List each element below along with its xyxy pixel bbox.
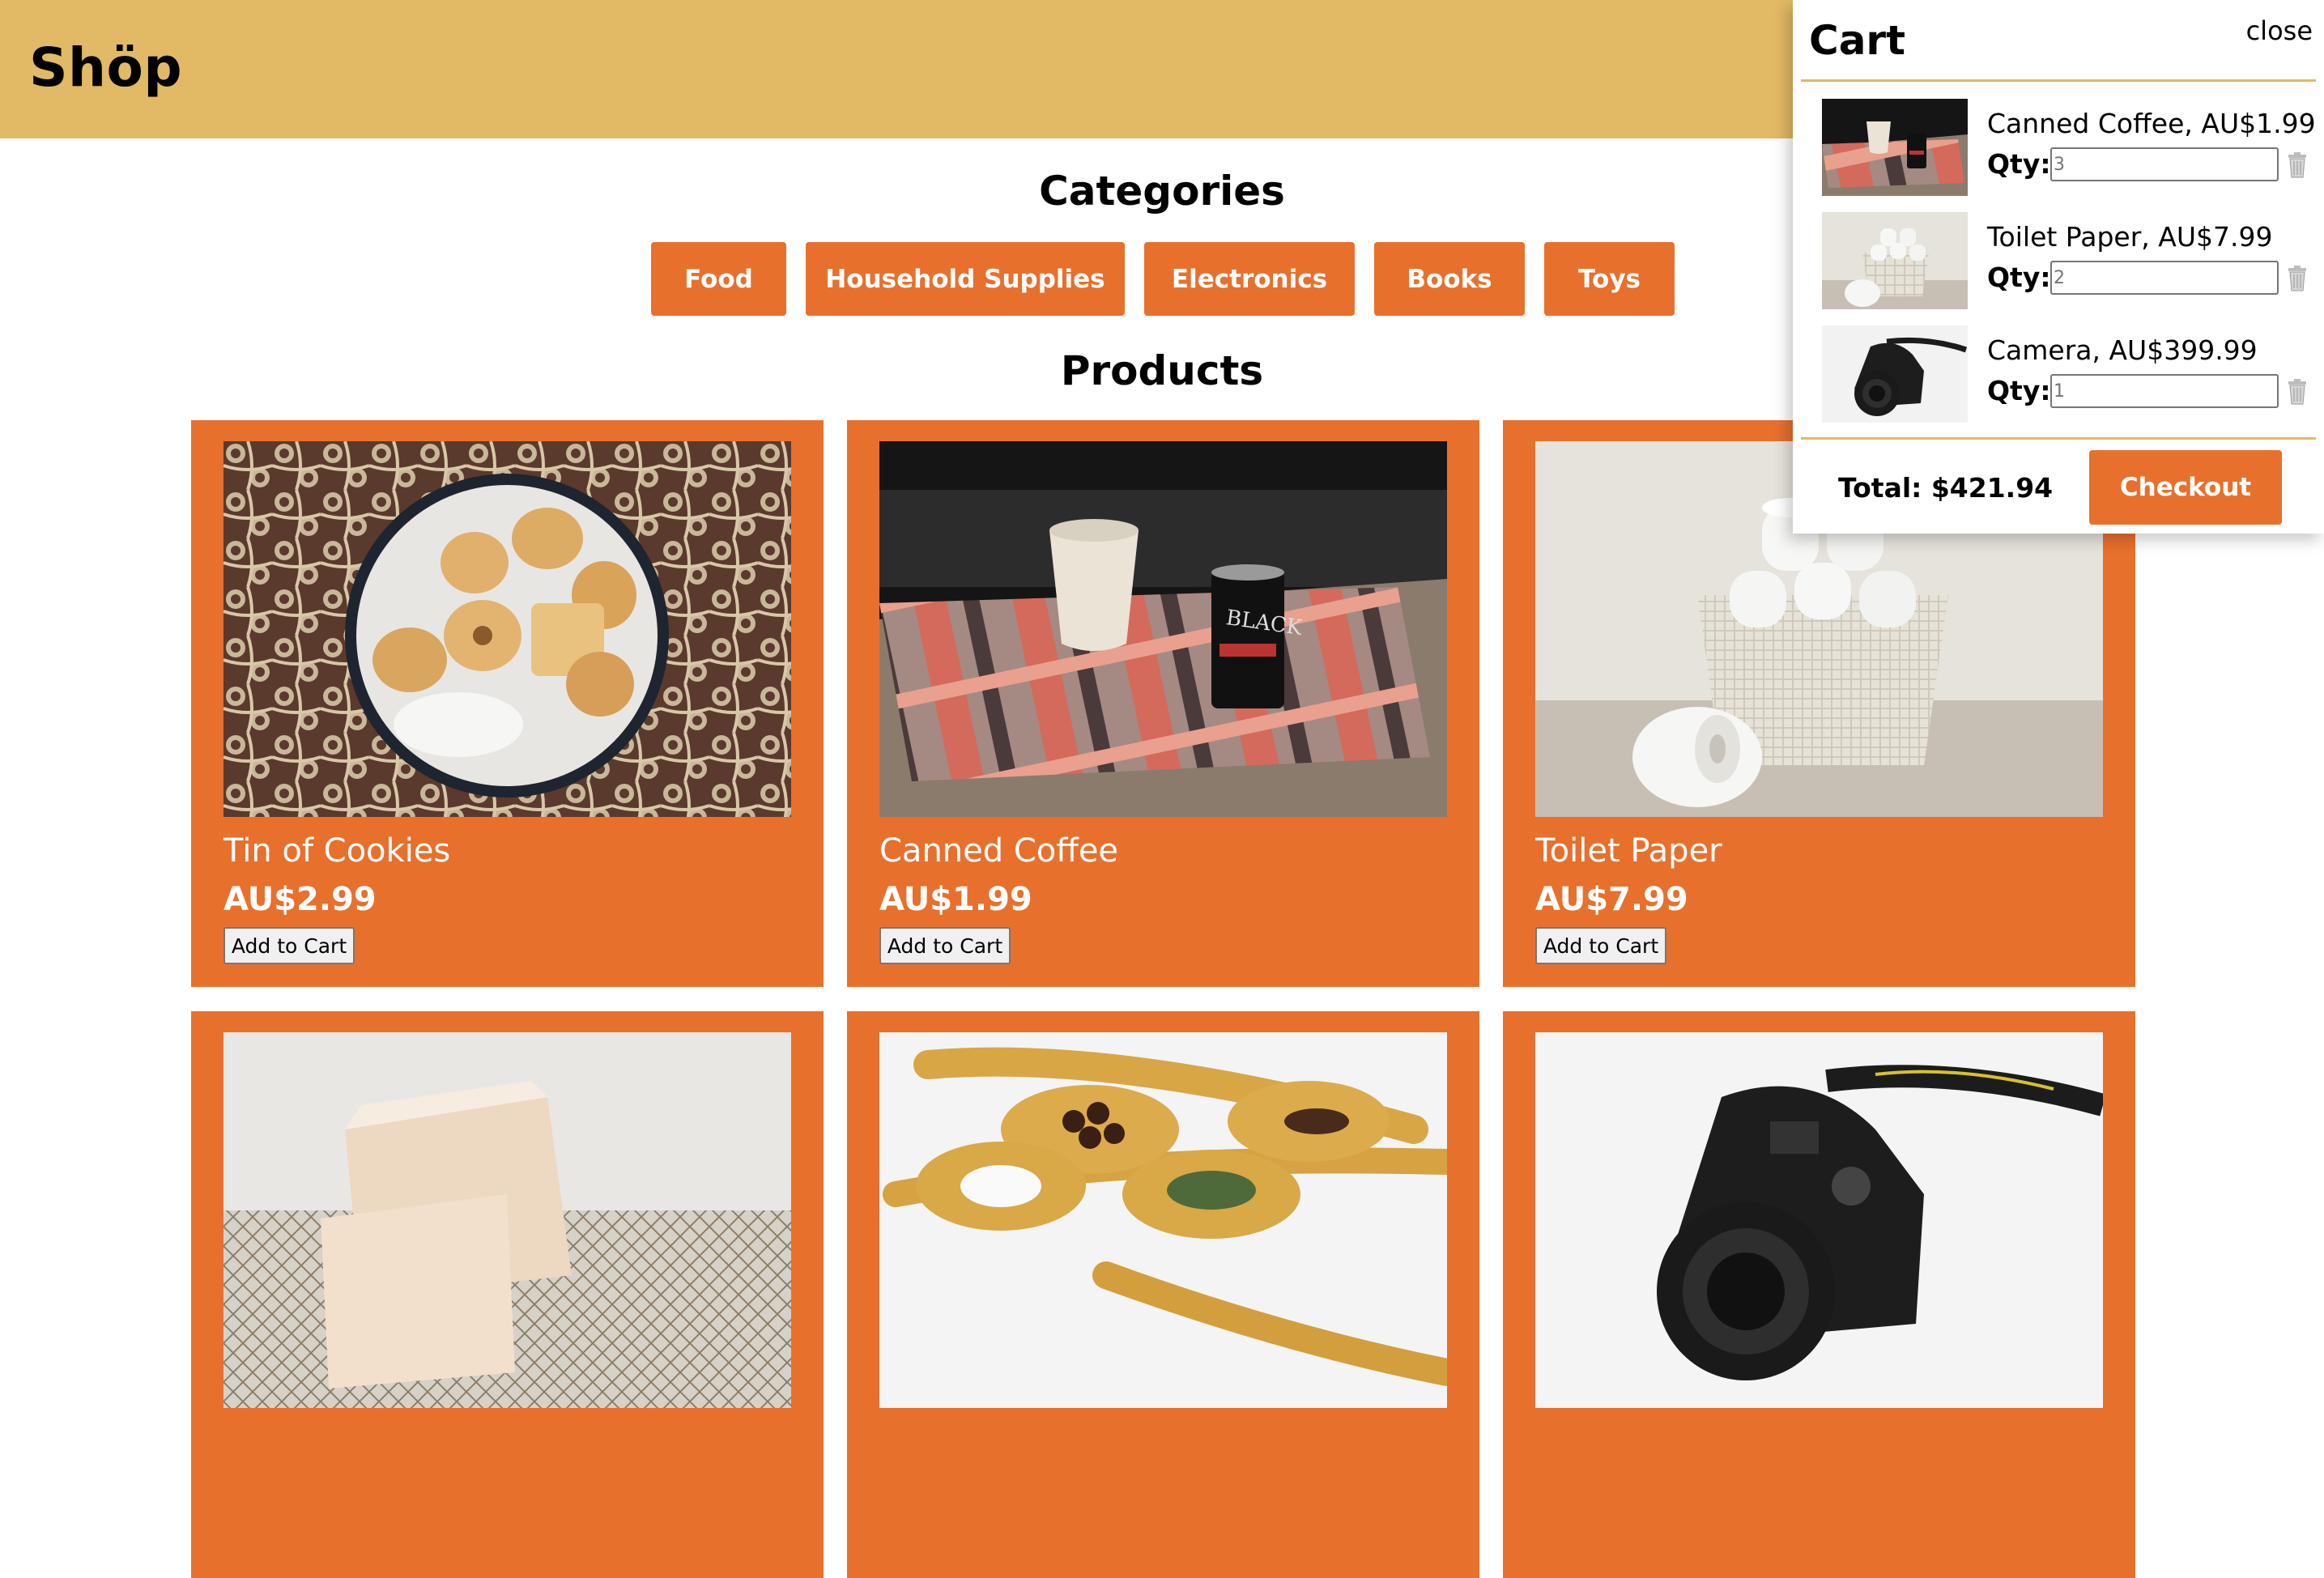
cart-item-name: Canned Coffee, AU$1.99 <box>1987 108 2316 139</box>
add-to-cart-button[interactable]: Add to Cart <box>1535 927 1666 964</box>
trash-icon[interactable] <box>2285 152 2309 178</box>
cart-item: Toilet Paper, AU$7.99 Qty: <box>1822 212 2316 309</box>
cart-item-qty-input[interactable] <box>2050 261 2279 295</box>
cart-divider <box>1801 79 2316 82</box>
category-food-button[interactable]: Food <box>651 242 786 316</box>
product-image-soap <box>223 1032 791 1408</box>
trash-icon[interactable] <box>2285 379 2309 405</box>
cart-item-qty-label: Qty: <box>1987 262 2051 293</box>
cart-item-qty-label: Qty: <box>1987 148 2051 180</box>
trash-icon[interactable] <box>2285 266 2309 291</box>
cart-item-thumbnail <box>1822 99 1968 196</box>
product-card: Tin of Cookies AU$2.99 Add to Cart <box>191 420 824 987</box>
product-image-canned-coffee: BLACK <box>879 441 1447 817</box>
cart-item-qty-input[interactable] <box>2050 147 2279 181</box>
product-card: BLACK Canned Coffee AU$1.99 Add to Cart <box>847 420 1479 987</box>
brand-logo[interactable]: Shöp <box>29 34 182 102</box>
cart-item-qty-label: Qty: <box>1987 375 2051 406</box>
add-to-cart-button[interactable]: Add to Cart <box>879 927 1011 964</box>
checkout-button[interactable]: Checkout <box>2089 450 2282 525</box>
cart-item-name: Camera, AU$399.99 <box>1987 334 2258 366</box>
cart-item: Camera, AU$399.99 Qty: <box>1822 325 2316 423</box>
product-image-spices <box>879 1032 1447 1408</box>
cart-close-button[interactable]: close <box>2246 15 2313 47</box>
cart-panel: Cart close Canned Coffee, AU$1.99 Qty: 3… <box>1793 0 2324 534</box>
product-card <box>1503 1011 2135 1578</box>
add-to-cart-button[interactable]: Add to Cart <box>223 927 355 964</box>
product-card <box>191 1011 824 1578</box>
cart-item-thumbnail <box>1822 325 1968 423</box>
category-toys-button[interactable]: Toys <box>1544 242 1675 316</box>
product-card <box>847 1011 1479 1578</box>
category-electronics-button[interactable]: Electronics <box>1144 242 1355 316</box>
cart-total: Total: $421.94 <box>1838 472 2054 504</box>
product-price: AU$2.99 <box>223 881 377 918</box>
cart-item-name: Toilet Paper, AU$7.99 <box>1987 221 2273 253</box>
cart-title: Cart <box>1809 17 1905 64</box>
product-price: AU$7.99 <box>1535 881 1688 918</box>
cart-divider <box>1801 437 2316 440</box>
product-name: Toilet Paper <box>1535 832 1722 870</box>
product-image-cookies <box>223 441 791 817</box>
cart-item-thumbnail <box>1822 212 1968 309</box>
cart-item: Canned Coffee, AU$1.99 Qty: <box>1822 99 2316 196</box>
category-household-supplies-button[interactable]: Household Supplies <box>806 242 1125 316</box>
product-image-camera <box>1535 1032 2103 1408</box>
product-name: Canned Coffee <box>879 832 1119 870</box>
category-books-button[interactable]: Books <box>1374 242 1525 316</box>
product-price: AU$1.99 <box>879 881 1032 918</box>
product-name: Tin of Cookies <box>223 832 451 870</box>
cart-item-qty-input[interactable] <box>2050 374 2279 408</box>
